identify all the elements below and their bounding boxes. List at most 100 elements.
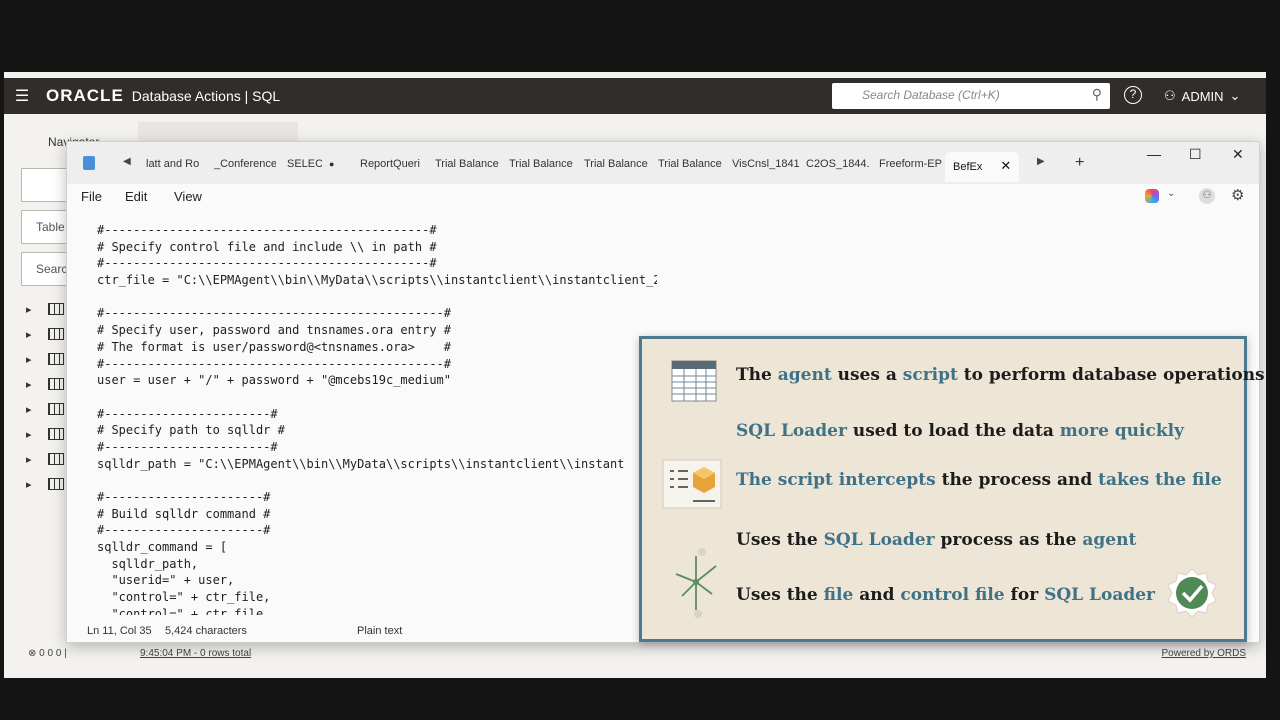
character-count: 5,424 characters (165, 625, 247, 637)
code-line: # Specify user, password and tnsnames.or… (97, 323, 452, 338)
code-line: #---------------------------------------… (97, 356, 452, 371)
user-icon: ⚇ (1164, 88, 1176, 103)
user-name: ADMIN (1181, 88, 1224, 104)
notepad-tab[interactable]: Freeform-EP (879, 158, 943, 170)
highlighted-term: The script intercepts (736, 470, 936, 490)
panel-text: Uses the (736, 585, 824, 605)
highlighted-term: SQL Loader (1044, 585, 1156, 605)
code-line: # Build sqlldr command # (97, 506, 271, 521)
highlighted-term: takes the file (1098, 470, 1222, 490)
table-icon (48, 403, 64, 415)
code-line: #-----------------------# (97, 439, 278, 454)
notepad-tab-active[interactable]: BefEx ✕ (945, 152, 1020, 182)
menu-file[interactable]: File (81, 189, 102, 204)
notepad-tab[interactable]: ReportQueri (360, 158, 422, 170)
code-line: user = user + "/" + password + "@mcebs19… (97, 373, 452, 388)
code-line: # The format is user/password@<tnsnames.… (97, 339, 452, 354)
minimize-icon[interactable]: — (1147, 146, 1161, 162)
expand-arrow-icon: ▸ (26, 379, 32, 391)
highlighted-term: SQL Loader (823, 530, 935, 550)
notepad-tab[interactable]: latt and Ro (146, 158, 201, 170)
panel-text: Uses the (736, 530, 824, 550)
panel-text: used to load the data (846, 421, 1060, 441)
app-title: Database Actions | SQL (131, 88, 281, 104)
text-format[interactable]: Plain text (357, 625, 402, 637)
chevron-down-icon: ⌄ (1229, 88, 1241, 103)
code-editor[interactable]: #---------------------------------------… (97, 222, 657, 615)
notepad-tab[interactable]: VisCnsl_1841 (732, 158, 800, 170)
code-line: sqlldr_command = [ (97, 540, 228, 555)
status-count-values: 0 0 0 | (39, 648, 67, 659)
panel-text: and (853, 585, 901, 605)
error-icon: ⊗ (28, 648, 37, 659)
code-line: ctr_file = "C:\\EPMAgent\\bin\\MyData\\s… (97, 273, 657, 288)
search-icon[interactable]: ⚲ (1092, 86, 1102, 103)
copilot-icon[interactable] (1145, 189, 1159, 203)
expand-arrow-icon: ▸ (26, 454, 32, 466)
panel-text: to perform database operations (957, 365, 1265, 385)
profile-icon[interactable]: ⚇ (1199, 188, 1215, 204)
notepad-tab[interactable]: Trial Balance (584, 158, 648, 170)
user-menu[interactable]: ⚇ ADMIN ⌄ (1164, 88, 1240, 104)
close-tab-icon[interactable]: ✕ (1000, 158, 1011, 173)
status-counts: ⊗ 0 0 0 | (28, 648, 67, 659)
new-tab-icon[interactable]: + (1075, 154, 1084, 172)
notepad-tab[interactable]: Trial Balance (658, 158, 722, 170)
table-icon (48, 478, 64, 490)
highlighted-term: SQL Loader (736, 421, 847, 441)
panel-text: process as the (934, 530, 1083, 550)
panel-text: for (1004, 585, 1045, 605)
notepad-tab-bar: ◀ latt and Ro _Conference SELEC ● Report… (67, 142, 1259, 184)
active-tab-label: BefEx (953, 161, 983, 173)
close-window-icon[interactable]: ✕ (1232, 146, 1244, 163)
help-icon[interactable]: ? (1124, 86, 1142, 104)
highlighted-term: agent (777, 365, 832, 385)
scroll-tabs-left-icon[interactable]: ◀ (123, 156, 131, 167)
maximize-icon[interactable]: ☐ (1189, 146, 1202, 163)
menu-view[interactable]: View (174, 189, 202, 204)
code-line: sqlldr_path, (97, 556, 199, 571)
chevron-down-icon[interactable]: ⌄ (1167, 188, 1175, 199)
status-bar: ⊗ 0 0 0 | 9:45:04 PM - 0 rows total Powe… (4, 642, 1266, 668)
powered-by-ords-link[interactable]: Powered by ORDS (1162, 648, 1246, 659)
table-icon (48, 378, 64, 390)
highlighted-term: file (823, 585, 854, 605)
top-bar: ☰ ORACLE Database Actions | SQL Search D… (4, 78, 1266, 114)
code-line: #---------------------------------------… (97, 306, 452, 321)
code-line: "userid=" + user, (97, 573, 235, 588)
panel-line-1: The agent uses a script to perform datab… (736, 365, 1265, 385)
panel-text: The (736, 365, 778, 385)
highlighted-term: agent (1082, 530, 1137, 550)
menu-edit[interactable]: Edit (125, 189, 147, 204)
expand-arrow-icon: ▸ (26, 429, 32, 441)
notepad-tab[interactable]: SELEC (287, 158, 322, 170)
notepad-tab[interactable]: Trial Balance (435, 158, 499, 170)
search-database-input[interactable]: Search Database (Ctrl+K) ⚲ (832, 83, 1110, 109)
unsaved-dot-icon: ● (329, 159, 335, 169)
highlighted-term: script (902, 365, 958, 385)
hamburger-icon[interactable]: ☰ (4, 86, 40, 106)
notepad-menu-bar: File Edit View ⌄ ⚇ ⚙ (67, 184, 1259, 212)
table-icon (48, 428, 64, 440)
notepad-tab[interactable]: Trial Balance (509, 158, 573, 170)
query-time-link[interactable]: 9:45:04 PM - 0 rows total (140, 648, 251, 659)
code-line: #----------------------# (97, 490, 271, 504)
code-line: #---------------------------------------… (97, 223, 437, 237)
panel-line-3: The script intercepts the process and ta… (736, 470, 1222, 490)
gear-icon[interactable]: ⚙ (1231, 186, 1244, 204)
notepad-tab[interactable]: _Conference (214, 158, 276, 170)
code-line: #---------------------------------------… (97, 256, 437, 271)
search-placeholder: Search Database (Ctrl+K) (862, 88, 1000, 102)
table-icon (48, 303, 64, 315)
code-line: #----------------------# (97, 523, 271, 538)
verified-badge-icon (1167, 568, 1217, 618)
notepad-tab[interactable]: C2OS_1844.l (806, 158, 870, 170)
network-nodes-icon (675, 548, 717, 618)
highlighted-term: more quickly (1059, 421, 1184, 441)
table-icon (48, 353, 64, 365)
notepad-app-icon (83, 156, 95, 170)
scroll-tabs-right-icon[interactable]: ▶ (1037, 156, 1045, 167)
